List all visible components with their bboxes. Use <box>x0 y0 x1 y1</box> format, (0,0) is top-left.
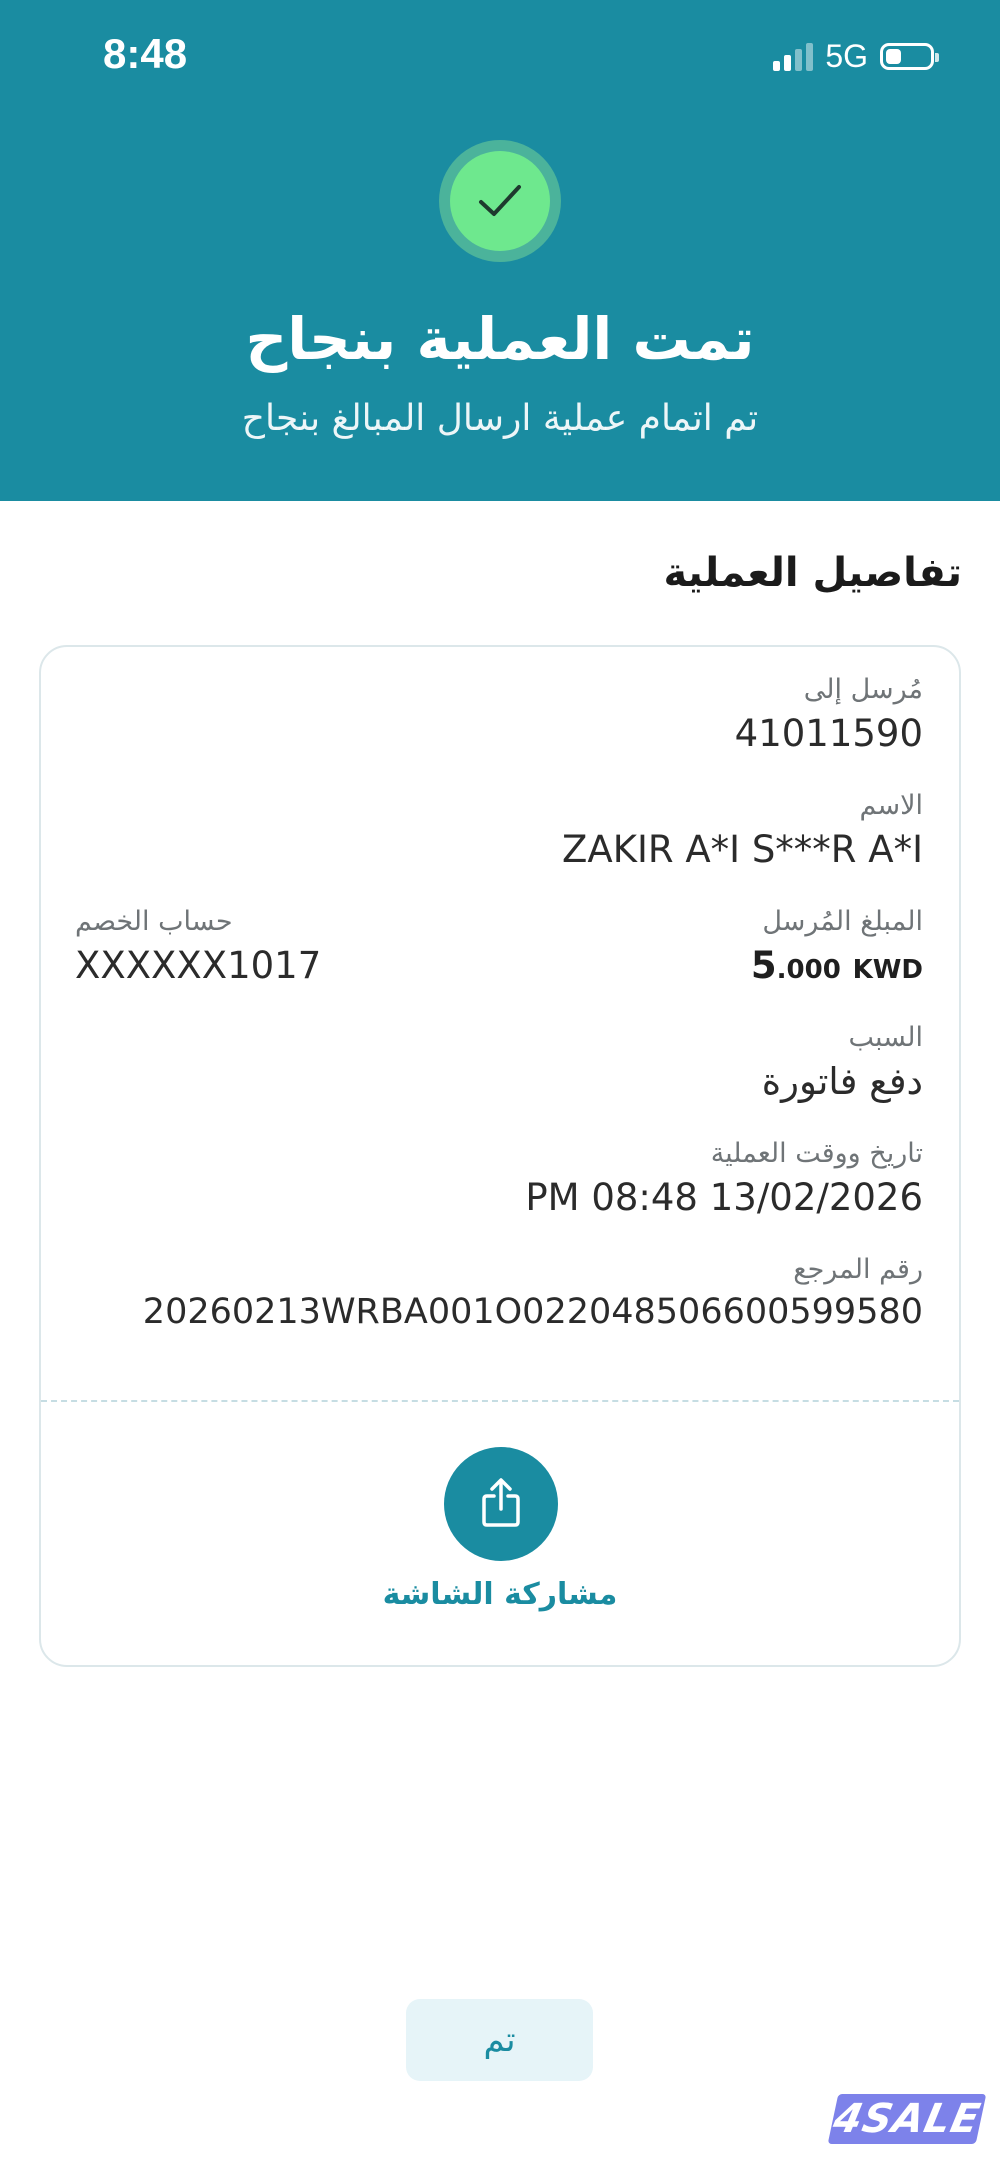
success-badge <box>439 140 561 262</box>
divider <box>41 1400 959 1402</box>
share-label[interactable]: مشاركة الشاشة <box>41 1577 959 1612</box>
status-time: 8:48 <box>103 30 188 77</box>
section-title: تفاصيل العملية <box>663 550 962 596</box>
sent-to-label: مُرسل إلى <box>803 674 923 705</box>
done-button[interactable]: تم <box>406 1999 593 2081</box>
amount-integer: 5 <box>750 944 777 987</box>
check-icon <box>479 185 521 216</box>
watermark-logo: 4SALE <box>827 2094 987 2144</box>
reason-label: السبب <box>848 1022 923 1053</box>
datetime-label: تاريخ ووقت العملية <box>710 1138 923 1169</box>
reference-value: 20260213WRBA001O022048506600599580 <box>142 1292 923 1332</box>
signal-icon <box>773 41 814 71</box>
network-type: 5G <box>825 37 868 74</box>
amount-decimal: .000 <box>776 955 841 985</box>
sent-to-value: 41011590 <box>734 712 923 755</box>
battery-icon <box>880 42 939 70</box>
page-title: تمت العملية بنجاح <box>245 305 755 373</box>
amount-currency: KWD <box>852 955 923 985</box>
page-subtitle: تم اتمام عملية ارسال المبالغ بنجاح <box>241 398 759 439</box>
name-value: ZAKIR A*I S***R A*I <box>562 828 923 871</box>
amount-label: المبلغ المُرسل <box>762 906 923 937</box>
datetime-value: 13/02/2026 08:48 PM <box>525 1176 923 1219</box>
amount-value: 5.000 KWD <box>751 944 923 987</box>
status-indicators: 5G <box>773 37 939 74</box>
debit-account-label: حساب الخصم <box>75 906 233 937</box>
success-header: 8:48 5G تمت العملية بنجاح تم اتمام عملية… <box>0 0 1000 501</box>
name-label: الاسم <box>859 790 924 821</box>
reason-value: دفع فاتورة <box>761 1060 923 1103</box>
debit-account-value: XXXXXX1017 <box>75 944 322 987</box>
reference-label: رقم المرجع <box>793 1254 923 1285</box>
share-icon <box>482 1478 520 1527</box>
share-button[interactable] <box>444 1447 558 1561</box>
transaction-details-card: مُرسل إلى 41011590 الاسم ZAKIR A*I S***R… <box>39 645 961 1667</box>
